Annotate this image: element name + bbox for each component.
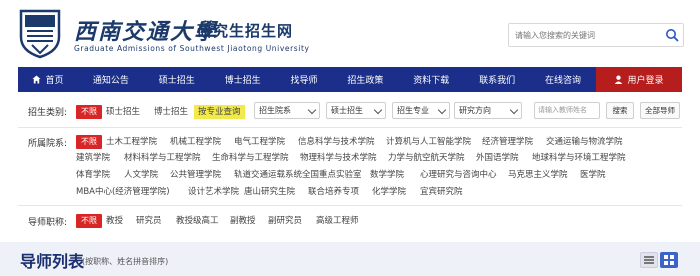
department-option[interactable]: 公共管理学院 [170, 168, 221, 182]
department-option[interactable]: 轨道交通运载系统全国重点实验室 [234, 168, 362, 182]
department-option[interactable]: 建筑学院 [76, 151, 110, 165]
user-icon [615, 75, 623, 84]
title-option[interactable]: 研究员 [136, 214, 162, 228]
department-option[interactable]: 人文学院 [124, 168, 158, 182]
grid-view-icon [664, 255, 674, 265]
department-option[interactable]: 马克思主义学院 [508, 168, 568, 182]
department-option[interactable]: 体育学院 [76, 168, 110, 182]
department-option[interactable]: 外国语学院 [476, 151, 519, 165]
grid-view-button[interactable] [660, 252, 678, 268]
title-option[interactable]: 教授级高工 [176, 214, 219, 228]
nav-item-online-consult[interactable]: 在线咨询 [530, 67, 596, 92]
login-label: 用户登录 [627, 76, 664, 86]
title-option[interactable]: 高级工程师 [316, 214, 359, 228]
filter-panel: 招生类别: 不限 硕士招生 博士招生 按专业查询 招生院系 硕士招生 招生专业 … [18, 97, 682, 237]
title-filter-label: 导师职称: [28, 218, 68, 228]
department-option[interactable]: 经济管理学院 [482, 135, 533, 149]
nav-item-label: 联系我们 [479, 76, 516, 86]
nav-item-contact[interactable]: 联系我们 [464, 67, 530, 92]
research-direction-select[interactable]: 研究方向 [454, 102, 522, 119]
department-all-tag[interactable]: 不限 [76, 135, 102, 149]
site-header: 西南交通大學 研究生招生网 Graduate Admissions of Sou… [0, 0, 700, 67]
nav-item-label: 博士招生 [224, 76, 261, 86]
main-nav: 首页 通知公告 硕士招生 博士招生 找导师 招生政策 资料下载 联系我们 在线咨… [18, 67, 682, 92]
nav-item-master-admissions[interactable]: 硕士招生 [144, 67, 210, 92]
department-option[interactable]: 物理科学与技术学院 [300, 151, 377, 165]
nav-item-find-supervisor[interactable]: 找导师 [276, 67, 333, 92]
department-option[interactable]: 心理研究与咨询中心 [420, 168, 497, 182]
department-option[interactable]: 土木工程学院 [106, 135, 157, 149]
english-site-name: Graduate Admissions of Southwest Jiaoton… [74, 44, 310, 53]
category-option-by-major[interactable]: 按专业查询 [194, 105, 245, 119]
nav-item-label: 资料下载 [413, 76, 450, 86]
admission-type-select[interactable]: 硕士招生 [326, 102, 386, 119]
department-option[interactable]: MBA中心(经济管理学院) [76, 185, 170, 199]
department-option[interactable]: 化学学院 [372, 185, 406, 199]
search-icon[interactable] [665, 28, 679, 42]
chevron-down-icon [307, 105, 317, 115]
nav-item-downloads[interactable]: 资料下载 [398, 67, 464, 92]
category-option-master[interactable]: 硕士招生 [106, 105, 140, 119]
category-all-tag[interactable]: 不限 [76, 105, 102, 119]
department-option[interactable]: 计算机与人工智能学院 [386, 135, 471, 149]
title-option[interactable]: 副教授 [230, 214, 256, 228]
department-option[interactable]: 生命科学与工程学院 [212, 151, 289, 165]
department-option[interactable]: 力学与航空航天学院 [388, 151, 465, 165]
home-icon [32, 75, 42, 84]
category-option-doctoral[interactable]: 博士招生 [154, 105, 188, 119]
nav-item-label: 通知公告 [92, 76, 129, 86]
department-option[interactable]: 地球科学与环境工程学院 [532, 151, 626, 165]
site-name: 研究生招生网 [197, 22, 294, 40]
divider [18, 127, 682, 128]
supervisor-list-header: 导师列表 (按职称、姓名拼音排序) [0, 242, 700, 276]
select-value: 研究方向 [459, 106, 491, 115]
title-all-tag[interactable]: 不限 [76, 214, 102, 228]
nav-item-label: 招生政策 [347, 76, 384, 86]
department-option[interactable]: 唐山研究生院 [244, 185, 295, 199]
nav-item-doctoral-admissions[interactable]: 博士招生 [210, 67, 276, 92]
nav-item-home[interactable]: 首页 [18, 67, 78, 92]
title-option[interactable]: 副研究员 [268, 214, 302, 228]
chevron-down-icon [509, 105, 519, 115]
nav-item-label: 硕士招生 [158, 76, 195, 86]
list-view-button[interactable] [640, 252, 658, 268]
department-option[interactable]: 数学学院 [370, 168, 404, 182]
chevron-down-icon [437, 105, 447, 115]
nav-item-label: 找导师 [290, 76, 318, 86]
major-select[interactable]: 招生专业 [392, 102, 450, 119]
department-filter-label: 所属院系: [28, 139, 68, 149]
header-search [508, 23, 684, 47]
department-option[interactable]: 信息科学与技术学院 [298, 135, 375, 149]
list-title: 导师列表 [20, 252, 85, 271]
university-logo-icon[interactable] [18, 7, 62, 59]
department-option[interactable]: 电气工程学院 [234, 135, 285, 149]
select-value: 招生专业 [397, 106, 429, 115]
select-value: 招生院系 [259, 106, 291, 115]
list-view-icon [644, 256, 654, 264]
login-button[interactable]: 用户登录 [596, 67, 682, 92]
title-option[interactable]: 教授 [106, 214, 123, 228]
department-option[interactable]: 材料科学与工程学院 [124, 151, 201, 165]
department-option[interactable]: 联合培养专项 [308, 185, 359, 199]
all-teachers-button[interactable]: 全部导师 [640, 102, 680, 119]
nav-item-admission-policy[interactable]: 招生政策 [333, 67, 399, 92]
search-button[interactable]: 搜索 [606, 102, 634, 119]
nav-item-label: 在线咨询 [545, 76, 582, 86]
chevron-down-icon [373, 105, 383, 115]
select-value: 硕士招生 [331, 106, 363, 115]
department-option[interactable]: 机械工程学院 [170, 135, 221, 149]
department-select[interactable]: 招生院系 [254, 102, 320, 119]
department-option[interactable]: 宜宾研究院 [420, 185, 463, 199]
department-option[interactable]: 设计艺术学院 [188, 185, 239, 199]
divider [18, 205, 682, 206]
nav-item-notices[interactable]: 通知公告 [78, 67, 144, 92]
list-sort-note: (按职称、姓名拼音排序) [82, 257, 169, 266]
search-input[interactable] [509, 24, 657, 46]
category-filter-label: 招生类别: [28, 108, 68, 118]
teacher-name-input[interactable]: 请输入教师姓名 [534, 102, 600, 119]
department-option[interactable]: 交通运输与物流学院 [546, 135, 623, 149]
nav-item-label: 首页 [45, 76, 64, 86]
department-option[interactable]: 医学院 [580, 168, 606, 182]
